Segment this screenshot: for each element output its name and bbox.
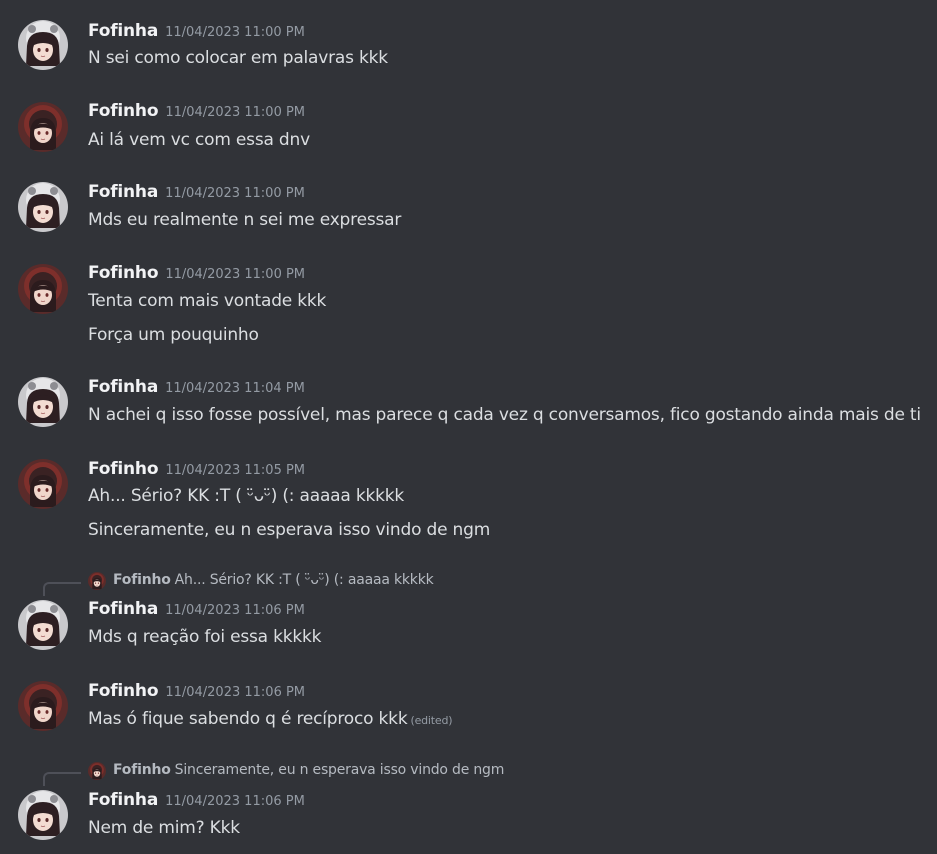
avatar-fofinha[interactable] [18,600,68,650]
author-name[interactable]: Fofinho [88,101,159,121]
avatar-fofinho[interactable] [18,264,68,314]
message-text-content: Mas ó fique sabendo q é recíproco kkk [88,709,408,729]
timestamp: 11/04/2023 11:06 PM [165,603,305,618]
avatar-fofinho[interactable] [18,459,68,509]
reply-author: Fofinho [113,762,171,778]
author-name[interactable]: Fofinha [88,182,158,202]
reply-reference[interactable]: Fofinho Sinceramente, eu n esperava isso … [0,761,937,786]
message-header: Fofinha 11/04/2023 11:00 PM [88,182,305,202]
reply-content: Sinceramente, eu n esperava isso vindo d… [174,762,505,778]
author-name[interactable]: Fofinha [88,377,158,397]
timestamp: 11/04/2023 11:00 PM [165,267,306,282]
message-text: Mds eu realmente n sei me expressar [88,210,402,230]
avatar-fofinha[interactable] [18,790,68,840]
message-header: Fofinho 11/04/2023 11:00 PM [88,263,305,283]
message-text: Ah... Sério? KK :T ( ᵕ̈ᴗᵕ̈) (: aaaaa kkk… [88,486,405,506]
reply-content: Ah... Sério? KK :T ( ᵕ̈ᴗᵕ̈) (: aaaaa kkk… [174,572,434,588]
timestamp: 11/04/2023 11:00 PM [165,25,305,40]
reply-preview: Fofinho Sinceramente, eu n esperava isso … [113,762,504,778]
timestamp: 11/04/2023 11:04 PM [165,381,305,396]
edited-marker[interactable]: (edited) [410,714,452,727]
author-name[interactable]: Fofinha [88,21,158,41]
reply-author: Fofinho [113,572,171,588]
message-header: Fofinho 11/04/2023 11:05 PM [88,459,305,479]
reply-spine [43,772,81,786]
author-name[interactable]: Fofinha [88,599,158,619]
timestamp: 11/04/2023 11:06 PM [165,794,305,809]
message-text: Ai lá vem vc com essa dnv [88,130,310,150]
message-text: N sei como colocar em palavras kkk [88,48,388,68]
message-header: Fofinho 11/04/2023 11:06 PM [88,681,305,701]
reply-avatar-fofinho [88,762,106,780]
author-name[interactable]: Fofinha [88,790,158,810]
reply-reference[interactable]: Fofinho Ah... Sério? KK :T ( ᵕ̈ᴗᵕ̈) (: aa… [0,571,937,596]
message-header: Fofinha 11/04/2023 11:06 PM [88,790,305,810]
avatar-fofinha[interactable] [18,20,68,70]
timestamp: 11/04/2023 11:05 PM [165,463,306,478]
message-text: N achei q isso fosse possível, mas parec… [88,405,921,425]
timestamp: 11/04/2023 11:00 PM [165,105,306,120]
timestamp: 11/04/2023 11:06 PM [165,685,306,700]
author-name[interactable]: Fofinho [88,459,159,479]
reply-preview: Fofinho Ah... Sério? KK :T ( ᵕ̈ᴗᵕ̈) (: aa… [113,572,434,588]
message-text: Força um pouquinho [88,325,259,345]
avatar-fofinho[interactable] [18,102,68,152]
author-name[interactable]: Fofinho [88,263,159,283]
message-text: Tenta com mais vontade kkk [88,291,327,311]
message-header: Fofinho 11/04/2023 11:00 PM [88,101,305,121]
message-text: Mas ó fique sabendo q é recíproco kkk (ed… [88,709,453,729]
chat-message-list[interactable]: Fofinha 11/04/2023 11:00 PM N sei como co… [0,0,937,854]
author-name[interactable]: Fofinho [88,681,159,701]
message-header: Fofinha 11/04/2023 11:04 PM [88,377,305,397]
message-header: Fofinha 11/04/2023 11:06 PM [88,599,305,619]
message-text: Mds q reação foi essa kkkkk [88,627,322,647]
timestamp: 11/04/2023 11:00 PM [165,186,305,201]
message-text: Sinceramente, eu n esperava isso vindo d… [88,520,491,540]
reply-spine [43,582,81,596]
reply-avatar-fofinho [88,572,106,590]
avatar-fofinho[interactable] [18,681,68,731]
avatar-fofinha[interactable] [18,377,68,427]
avatar-fofinha[interactable] [18,182,68,232]
message-text: Nem de mim? Kkk [88,818,240,838]
message-header: Fofinha 11/04/2023 11:00 PM [88,21,305,41]
